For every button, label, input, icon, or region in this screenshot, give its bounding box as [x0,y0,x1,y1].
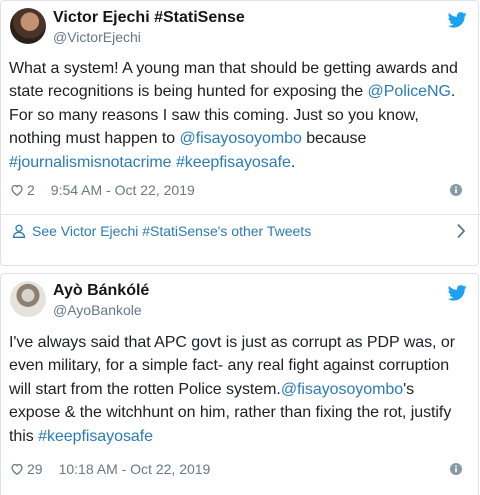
mention-link[interactable]: @fisayosoyombo [281,381,403,398]
tweet-text-line: will start from the rotten Police system… [9,378,470,401]
tweet-timestamp[interactable]: 9:54 AM - Oct 22, 2019 [51,182,195,198]
mention-link[interactable]: @fisayosoyombo [180,130,302,147]
tweet-text-segment: . [290,153,296,171]
tweet-text-segment: because [301,130,367,148]
like-count[interactable]: 2 [27,182,35,198]
info-icon[interactable] [450,463,462,475]
heart-icon[interactable] [10,462,24,476]
tweet-timestamp[interactable]: 10:18 AM - Oct 22, 2019 [59,461,211,477]
tweet-text-line: this #keepfisayosafe [9,425,470,448]
tweet-text-line: #journalismisnotacrime #keepfisayosafe. [9,151,470,174]
twitter-bird-icon[interactable] [448,285,467,301]
tweet-meta: 2 9:54 AM - Oct 22, 2019 [10,181,468,199]
author-names[interactable]: Victor Ejechi #StatiSense @VictorEjechi [53,8,245,46]
tweet-text-segment: expose & the witchhunt on him, rather th… [9,404,452,422]
author-display-name[interactable]: Victor Ejechi #StatiSense [53,8,245,28]
tweet-text-line: state recognitions is being hunted for e… [9,80,470,103]
tweet-text-segment: nothing must happen to [9,130,180,148]
tweet-text-segment: For so many reasons I saw this coming. J… [9,106,419,124]
tweet-text: What a system! A young man that should b… [9,57,470,174]
tweet-header: Ayò Bánkólé @AyoBankole [10,280,469,322]
tweet-text-segment: even military, for a simple fact- any re… [9,357,450,375]
info-icon[interactable] [450,184,462,196]
tweet-text-line: I've always said that APC govt is just a… [9,331,470,354]
twitter-bird-icon[interactable] [448,12,467,28]
tweet-text-segment: 's [403,380,415,398]
like-count[interactable]: 29 [27,461,43,477]
tweet-header: Victor Ejechi #StatiSense @VictorEjechi [10,7,469,49]
avatar[interactable] [10,281,46,317]
see-other-tweets-label[interactable]: See Victor Ejechi #StatiSense's other Tw… [32,223,311,239]
hashtag-link[interactable]: #journalismisnotacrime [9,154,172,171]
author-names[interactable]: Ayò Bánkólé @AyoBankole [53,281,149,319]
tweet-text-line: For so many reasons I saw this coming. J… [9,104,470,127]
see-other-tweets-link[interactable]: See Victor Ejechi #StatiSense's other Tw… [0,215,480,247]
hashtag-link[interactable]: #keepfisayosafe [176,154,291,171]
tweet-text-segment: What a system! A young man that should b… [9,60,458,77]
chevron-right-icon[interactable] [456,223,466,239]
hashtag-link[interactable]: #keepfisayosafe [38,428,153,445]
tweet-text: I've always said that APC govt is just a… [9,331,470,448]
tweet-text-segment: this [9,427,39,445]
author-handle[interactable]: @AyoBankole [53,301,149,319]
tweet-meta: 29 10:18 AM - Oct 22, 2019 [10,460,468,478]
tweet-text-line: nothing must happen to @fisayosoyombo be… [9,127,470,150]
tweet-text-line: even military, for a simple fact- any re… [9,354,470,377]
tweet-text-segment: . [450,83,456,101]
tweet-text-segment: will start from the rotten Police system… [9,380,281,398]
author-handle[interactable]: @VictorEjechi [53,28,245,46]
tweet-text-line: expose & the witchhunt on him, rather th… [9,401,470,424]
tweet-text-segment: state recognitions is being hunted for e… [9,83,368,101]
user-icon [12,224,26,238]
heart-icon[interactable] [10,183,24,197]
avatar[interactable] [10,8,46,44]
mention-link[interactable]: @PoliceNG [368,83,451,100]
tweet-text-segment: I've always said that APC govt is just a… [9,334,455,351]
author-display-name[interactable]: Ayò Bánkólé [53,281,149,301]
tweet-text-line: What a system! A young man that should b… [9,57,470,80]
